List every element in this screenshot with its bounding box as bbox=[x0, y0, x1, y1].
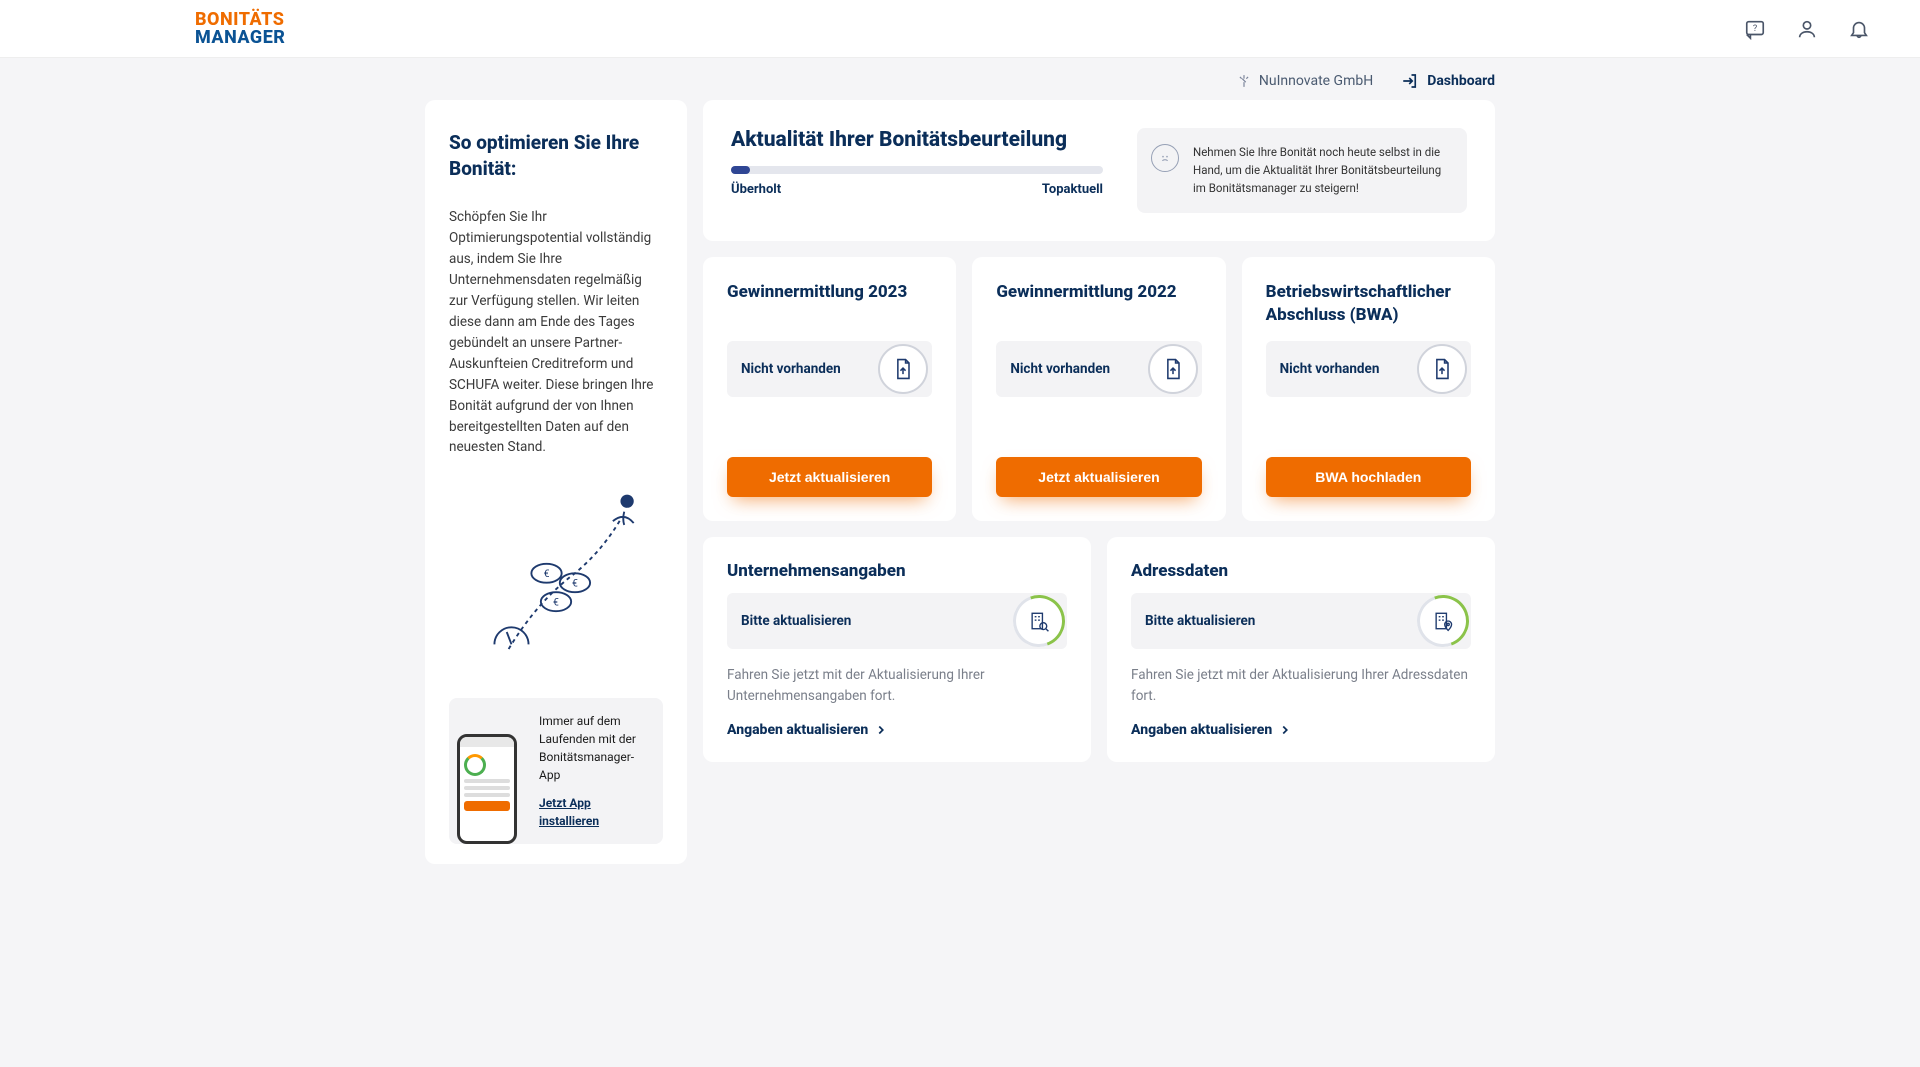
upload-icon[interactable] bbox=[1417, 344, 1467, 394]
chevron-right-icon bbox=[1278, 723, 1292, 737]
doc-status-text: Nicht vorhanden bbox=[1010, 361, 1110, 377]
logo-line1: BONITÄTS bbox=[195, 11, 285, 29]
doc-status: Nicht vorhanden bbox=[1266, 341, 1471, 397]
user-icon[interactable] bbox=[1796, 18, 1818, 40]
svg-text:?: ? bbox=[1753, 23, 1757, 33]
building-pin-icon bbox=[1417, 595, 1469, 647]
progress-fill bbox=[731, 166, 750, 174]
progress-left-label: Überholt bbox=[731, 182, 781, 197]
actuality-title: Aktualität Ihrer Bonitätsbeurteilung bbox=[731, 128, 1103, 152]
sidebar-illustration: € € € bbox=[449, 488, 663, 668]
dashboard-label: Dashboard bbox=[1427, 73, 1495, 89]
sidebar-title: So optimieren Sie Ihre Bonität: bbox=[449, 130, 663, 181]
app-promo-text: Immer auf dem Laufenden mit der Bonitäts… bbox=[539, 712, 649, 784]
pin-icon bbox=[1237, 74, 1251, 88]
logo-line2: MANAGER bbox=[195, 29, 285, 47]
actuality-progress bbox=[731, 166, 1103, 174]
company-selector[interactable]: NuInnovate GmbH bbox=[1237, 73, 1373, 89]
doc-title: Gewinnermittlung 2022 bbox=[996, 281, 1201, 333]
svg-text:€: € bbox=[544, 567, 550, 580]
update-company-link[interactable]: Angaben aktualisieren bbox=[727, 722, 888, 738]
info-title: Adressdaten bbox=[1131, 561, 1471, 581]
upload-icon[interactable] bbox=[1148, 344, 1198, 394]
info-status: Bitte aktualisieren bbox=[1131, 593, 1471, 649]
header-icons: ? bbox=[1744, 18, 1870, 40]
doc-title: Betriebswirtschaftlicher Abschluss (BWA) bbox=[1266, 281, 1471, 333]
update-button[interactable]: Jetzt aktualisieren bbox=[727, 457, 932, 497]
doc-status: Nicht vorhanden bbox=[727, 341, 932, 397]
svg-text:€: € bbox=[572, 577, 578, 590]
bell-icon[interactable] bbox=[1848, 18, 1870, 40]
app-install-link[interactable]: Jetzt App installieren bbox=[539, 794, 649, 830]
sad-face-icon bbox=[1151, 144, 1179, 172]
company-name: NuInnovate GmbH bbox=[1259, 73, 1373, 89]
optimize-card: So optimieren Sie Ihre Bonität: Schöpfen… bbox=[425, 100, 687, 864]
actuality-card: Aktualität Ihrer Bonitätsbeurteilung Übe… bbox=[703, 100, 1495, 241]
doc-card-2022: Gewinnermittlung 2022 Nicht vorhanden Je… bbox=[972, 257, 1225, 521]
doc-title: Gewinnermittlung 2023 bbox=[727, 281, 932, 333]
sidebar-body: Schöpfen Sie Ihr Optimierungspotential v… bbox=[449, 207, 663, 458]
app-promo: Immer auf dem Laufenden mit der Bonitäts… bbox=[449, 698, 663, 844]
doc-status-text: Nicht vorhanden bbox=[1280, 361, 1380, 377]
dashboard-link[interactable]: Dashboard bbox=[1401, 72, 1495, 90]
info-link-label: Angaben aktualisieren bbox=[1131, 722, 1272, 738]
enter-icon bbox=[1401, 72, 1419, 90]
address-data-card: Adressdaten Bitte aktualisieren Fahren S… bbox=[1107, 537, 1495, 762]
info-link-label: Angaben aktualisieren bbox=[727, 722, 868, 738]
upload-bwa-button[interactable]: BWA hochladen bbox=[1266, 457, 1471, 497]
logo[interactable]: BONITÄTS MANAGER bbox=[195, 11, 285, 47]
app-header: BONITÄTS MANAGER ? bbox=[0, 0, 1920, 58]
company-data-card: Unternehmensangaben Bitte aktualisieren … bbox=[703, 537, 1091, 762]
info-row: Unternehmensangaben Bitte aktualisieren … bbox=[703, 537, 1495, 762]
doc-card-bwa: Betriebswirtschaftlicher Abschluss (BWA)… bbox=[1242, 257, 1495, 521]
doc-card-2023: Gewinnermittlung 2023 Nicht vorhanden Je… bbox=[703, 257, 956, 521]
building-search-icon bbox=[1013, 595, 1065, 647]
doc-status-text: Nicht vorhanden bbox=[741, 361, 841, 377]
upload-icon[interactable] bbox=[878, 344, 928, 394]
help-icon[interactable]: ? bbox=[1744, 18, 1766, 40]
info-status-text: Bitte aktualisieren bbox=[741, 613, 851, 629]
progress-right-label: Topaktuell bbox=[1042, 182, 1103, 197]
phone-mock-icon bbox=[457, 734, 517, 844]
info-status-text: Bitte aktualisieren bbox=[1145, 613, 1255, 629]
info-desc: Fahren Sie jetzt mit der Aktualisierung … bbox=[1131, 665, 1471, 706]
breadcrumb-row: NuInnovate GmbH Dashboard bbox=[425, 58, 1495, 100]
svg-text:€: € bbox=[553, 596, 559, 609]
doc-row: Gewinnermittlung 2023 Nicht vorhanden Je… bbox=[703, 257, 1495, 521]
update-address-link[interactable]: Angaben aktualisieren bbox=[1131, 722, 1292, 738]
info-status: Bitte aktualisieren bbox=[727, 593, 1067, 649]
doc-status: Nicht vorhanden bbox=[996, 341, 1201, 397]
notice-text: Nehmen Sie Ihre Bonität noch heute selbs… bbox=[1193, 144, 1449, 197]
info-title: Unternehmensangaben bbox=[727, 561, 1067, 581]
actuality-notice: Nehmen Sie Ihre Bonität noch heute selbs… bbox=[1137, 128, 1467, 213]
chevron-right-icon bbox=[874, 723, 888, 737]
update-button[interactable]: Jetzt aktualisieren bbox=[996, 457, 1201, 497]
info-desc: Fahren Sie jetzt mit der Aktualisierung … bbox=[727, 665, 1067, 706]
